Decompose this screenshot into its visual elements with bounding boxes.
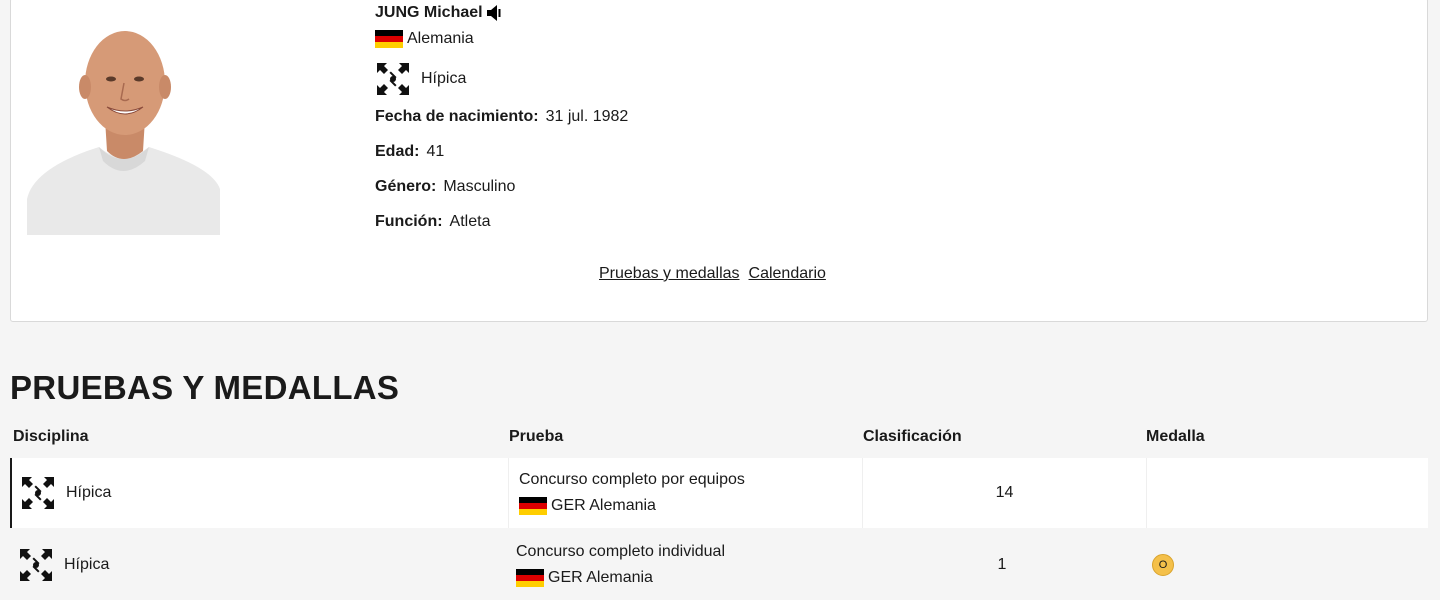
section-links: Pruebas y medallas Calendario: [599, 265, 859, 283]
medalla-cell: [1146, 458, 1430, 528]
header-prueba: Prueba: [509, 428, 564, 445]
team-label: GER Alemania: [516, 569, 653, 587]
function-value: Atleta: [449, 213, 491, 230]
prueba-cell: Concurso completo individual GER Alemani…: [506, 530, 860, 600]
athlete-sport: Hípica: [421, 70, 467, 87]
function-label: Función:: [375, 213, 443, 230]
germany-flag-icon: [516, 569, 544, 587]
athlete-sport-row: Hípica: [375, 61, 675, 97]
germany-flag-icon: [375, 30, 403, 48]
gender-row: Género: Masculino: [375, 178, 775, 196]
disciplina-label: Hípica: [64, 556, 110, 573]
table-row[interactable]: Hípica Concurso completo individual GER …: [10, 530, 1428, 600]
equestrian-icon: [375, 61, 411, 97]
prueba-cell: Concurso completo por equipos GER Aleman…: [508, 458, 862, 528]
disciplina-cell: Hípica: [18, 530, 506, 600]
gender-value: Masculino: [443, 178, 516, 195]
clasificacion-cell: 1: [997, 556, 1007, 573]
age-row: Edad: 41: [375, 143, 775, 161]
birthdate-row: Fecha de nacimiento: 31 jul. 1982: [375, 108, 775, 126]
athlete-country: Alemania: [407, 30, 474, 47]
team-name: GER Alemania: [551, 497, 656, 514]
calendario-link[interactable]: Calendario: [749, 265, 826, 282]
gold-medal-badge: O: [1152, 554, 1174, 576]
disciplina-label: Hípica: [66, 484, 112, 501]
birthdate-label: Fecha de nacimiento:: [375, 108, 539, 125]
prueba-name: Concurso completo por equipos: [519, 471, 745, 488]
pruebas-medallas-link[interactable]: Pruebas y medallas: [599, 265, 740, 282]
gender-label: Género:: [375, 178, 437, 195]
team-label: GER Alemania: [519, 497, 656, 515]
prueba-name: Concurso completo individual: [516, 543, 725, 560]
header-clasificacion: Clasificación: [863, 428, 962, 445]
athlete-card: JUNG Michael Alemania Hípica Fecha de na…: [10, 0, 1428, 322]
results-table: Disciplina Prueba Clasificación Medalla: [10, 424, 1428, 600]
medalla-cell: O: [1144, 530, 1428, 600]
athlete-photo: [27, 21, 220, 235]
section-title: PRUEBAS Y MEDALLAS: [10, 369, 400, 406]
function-row: Función: Atleta: [375, 213, 775, 231]
age-value: 41: [426, 143, 445, 160]
table-row[interactable]: Hípica Concurso completo por equipos GER…: [10, 458, 1428, 528]
athlete-name: JUNG Michael: [375, 4, 483, 21]
equestrian-icon: [18, 547, 54, 583]
team-name: GER Alemania: [548, 569, 653, 586]
germany-flag-icon: [519, 497, 547, 515]
disciplina-cell: Hípica: [20, 458, 508, 528]
header-medalla: Medalla: [1146, 428, 1205, 445]
birthdate-value: 31 jul. 1982: [545, 108, 629, 125]
speaker-icon[interactable]: [486, 4, 502, 22]
header-disciplina: Disciplina: [13, 428, 89, 445]
clasificacion-cell: 14: [862, 458, 1146, 528]
athlete-name-row: JUNG Michael: [375, 4, 675, 22]
athlete-country-row: Alemania: [375, 30, 675, 48]
age-label: Edad:: [375, 143, 420, 160]
equestrian-icon: [20, 475, 56, 511]
table-header: Disciplina Prueba Clasificación Medalla: [10, 424, 1428, 454]
